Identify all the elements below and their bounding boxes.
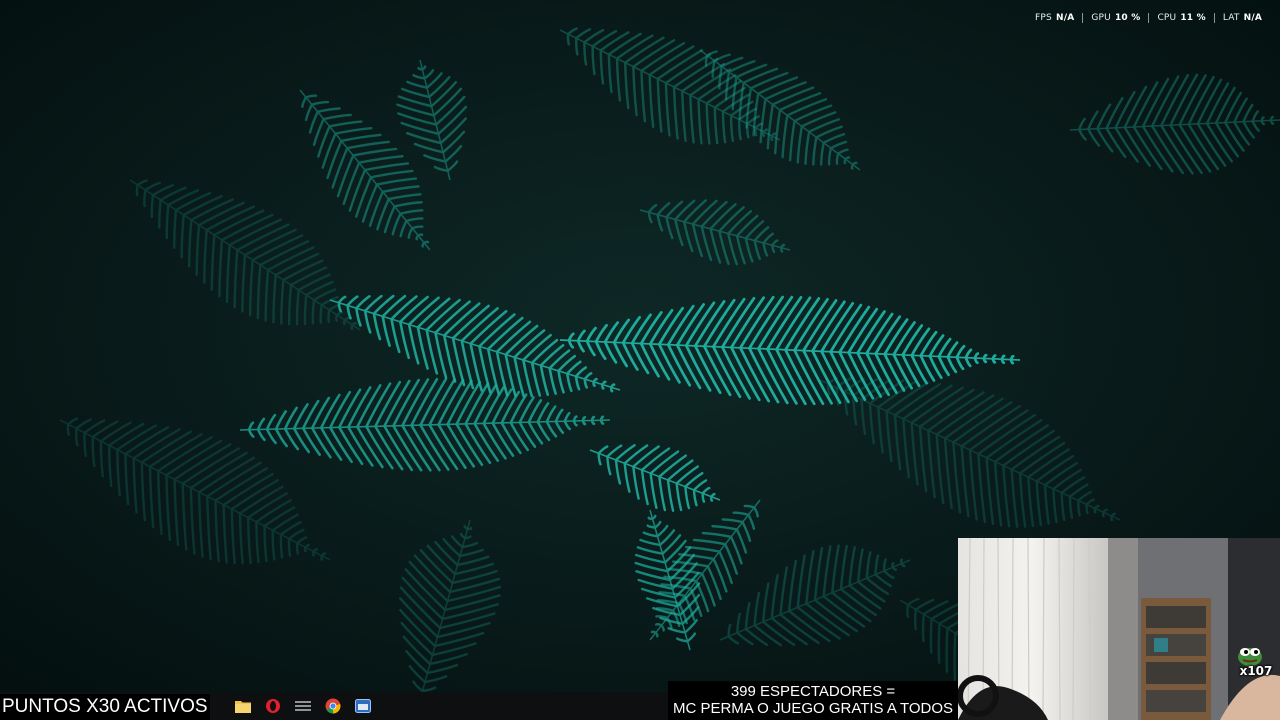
webcam-feed: x107 <box>958 538 1280 720</box>
lat-value: N/A <box>1243 13 1262 23</box>
lat-metric: LAT N/A <box>1213 13 1270 23</box>
promo-line: MC PERMA O JUEGO GRATIS A TODOS <box>672 700 954 717</box>
viewers-line: 399 ESPECTADORES = <box>730 683 896 700</box>
stream-announcement: 399 ESPECTADORES = MC PERMA O JUEGO GRAT… <box>668 681 958 720</box>
file-explorer-icon <box>235 701 251 713</box>
taskbar-app-file-explorer[interactable] <box>228 692 258 720</box>
fps-label: FPS <box>1035 13 1052 23</box>
taskbar-app-chrome[interactable] <box>318 692 348 720</box>
points-banner: PUNTOS X30 ACTIVOS <box>0 694 210 720</box>
emote-count: x107 <box>1239 664 1273 678</box>
fps-metric: FPS N/A <box>1027 13 1082 23</box>
taskbar-app-logitech[interactable] <box>288 692 318 720</box>
gpu-metric: GPU 10 % <box>1082 13 1148 23</box>
chrome-icon <box>325 698 341 714</box>
fps-value: N/A <box>1055 13 1075 23</box>
performance-overlay: FPS N/A GPU 10 % CPU 11 % LAT N/A <box>1027 8 1270 28</box>
taskbar-app-opera[interactable] <box>258 692 288 720</box>
opera-icon <box>266 699 280 713</box>
gpu-label: GPU <box>1091 13 1111 23</box>
gpu-value: 10 % <box>1114 13 1141 23</box>
logitech-icon <box>295 701 311 711</box>
cpu-value: 11 % <box>1180 13 1206 23</box>
cpu-metric: CPU 11 % <box>1148 13 1213 23</box>
emote-badge: x107 <box>1236 644 1276 678</box>
app-window-icon <box>355 699 371 713</box>
cpu-label: CPU <box>1157 13 1177 23</box>
pepe-emote-icon <box>1238 648 1262 666</box>
lat-label: LAT <box>1222 13 1240 23</box>
taskbar-app-window[interactable] <box>348 692 378 720</box>
